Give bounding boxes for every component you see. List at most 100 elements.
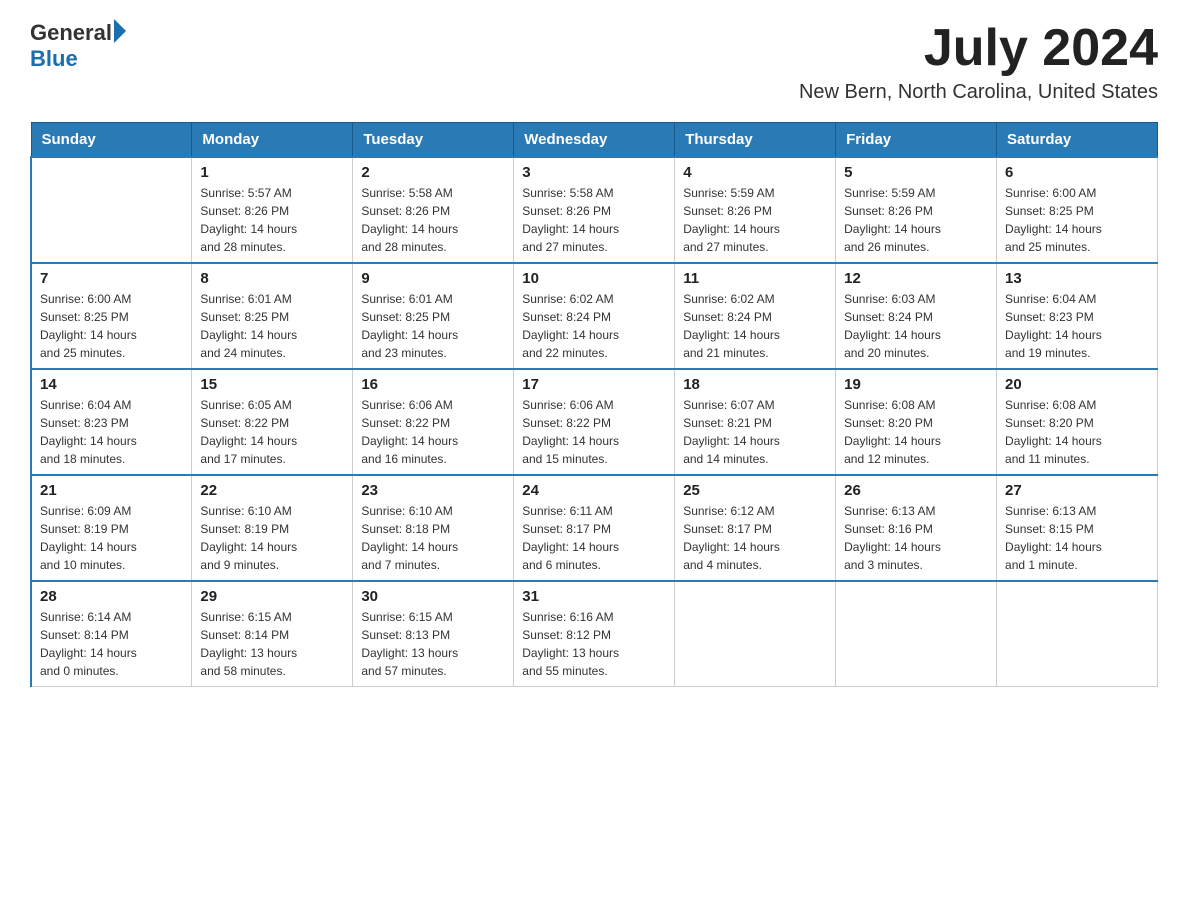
day-info: Sunrise: 5:59 AM Sunset: 8:26 PM Dayligh… xyxy=(844,184,988,256)
month-year-title: July 2024 xyxy=(799,20,1158,77)
day-info: Sunrise: 5:59 AM Sunset: 8:26 PM Dayligh… xyxy=(683,184,827,256)
title-block: July 2024 New Bern, North Carolina, Unit… xyxy=(799,20,1158,104)
calendar-cell: 1Sunrise: 5:57 AM Sunset: 8:26 PM Daylig… xyxy=(192,157,353,263)
day-number: 1 xyxy=(200,164,344,181)
week-row-3: 14 Sunrise: 6:04 AM Sunset: 8:23 PM Dayli… xyxy=(31,369,1158,475)
logo: General Blue xyxy=(30,20,126,72)
day-number: 19 xyxy=(844,376,988,393)
day-number: 21 xyxy=(40,482,183,499)
day-info: Sunrise: 6:08 AM Sunset: 8:20 PM Dayligh… xyxy=(844,396,988,468)
week-row-2: 7 Sunrise: 6:00 AM Sunset: 8:25 PM Daylig… xyxy=(31,263,1158,369)
calendar-cell: 8Sunrise: 6:01 AM Sunset: 8:25 PM Daylig… xyxy=(192,263,353,369)
day-info: Sunrise: 6:12 AM Sunset: 8:17 PM Dayligh… xyxy=(683,502,827,574)
day-info: Sunrise: 6:06 AM Sunset: 8:22 PM Dayligh… xyxy=(522,396,666,468)
day-info: Sunrise: 6:03 AM Sunset: 8:24 PM Dayligh… xyxy=(844,290,988,362)
day-info: Sunrise: 6:00 AM Sunset: 8:25 PM Dayligh… xyxy=(40,290,183,362)
column-header-tuesday: Tuesday xyxy=(353,123,514,158)
day-number: 10 xyxy=(522,270,666,287)
day-number: 25 xyxy=(683,482,827,499)
day-number: 13 xyxy=(1005,270,1149,287)
calendar-cell: 2 Sunrise: 5:58 AM Sunset: 8:26 PM Daylig… xyxy=(353,157,514,263)
day-number: 4 xyxy=(683,164,827,181)
logo-general-text: General xyxy=(30,20,112,46)
calendar-cell: 19 Sunrise: 6:08 AM Sunset: 8:20 PM Dayli… xyxy=(836,369,997,475)
day-number: 6 xyxy=(1005,164,1149,181)
calendar-cell: 9 Sunrise: 6:01 AM Sunset: 8:25 PM Daylig… xyxy=(353,263,514,369)
day-number: 9 xyxy=(361,270,505,287)
day-number: 29 xyxy=(200,588,344,605)
calendar-cell: 23Sunrise: 6:10 AM Sunset: 8:18 PM Dayli… xyxy=(353,475,514,581)
day-number: 14 xyxy=(40,376,183,393)
page-header: General Blue July 2024 New Bern, North C… xyxy=(30,20,1158,104)
calendar-cell: 21 Sunrise: 6:09 AM Sunset: 8:19 PM Dayli… xyxy=(31,475,192,581)
day-number: 11 xyxy=(683,270,827,287)
day-info: Sunrise: 6:13 AM Sunset: 8:16 PM Dayligh… xyxy=(844,502,988,574)
calendar-cell: 24 Sunrise: 6:11 AM Sunset: 8:17 PM Dayli… xyxy=(514,475,675,581)
day-info: Sunrise: 6:01 AM Sunset: 8:25 PM Dayligh… xyxy=(361,290,505,362)
day-number: 2 xyxy=(361,164,505,181)
day-number: 12 xyxy=(844,270,988,287)
calendar-cell: 4 Sunrise: 5:59 AM Sunset: 8:26 PM Daylig… xyxy=(675,157,836,263)
day-info: Sunrise: 6:01 AM Sunset: 8:25 PM Dayligh… xyxy=(200,290,344,362)
day-info: Sunrise: 5:58 AM Sunset: 8:26 PM Dayligh… xyxy=(361,184,505,256)
logo-blue-text: Blue xyxy=(30,46,78,72)
calendar-cell: 26 Sunrise: 6:13 AM Sunset: 8:16 PM Dayli… xyxy=(836,475,997,581)
day-number: 7 xyxy=(40,270,183,287)
calendar-cell: 29 Sunrise: 6:15 AM Sunset: 8:14 PM Dayli… xyxy=(192,581,353,687)
day-info: Sunrise: 6:02 AM Sunset: 8:24 PM Dayligh… xyxy=(683,290,827,362)
day-info: Sunrise: 5:58 AM Sunset: 8:26 PM Dayligh… xyxy=(522,184,666,256)
column-header-friday: Friday xyxy=(836,123,997,158)
calendar-cell: 28 Sunrise: 6:14 AM Sunset: 8:14 PM Dayli… xyxy=(31,581,192,687)
day-info: Sunrise: 6:14 AM Sunset: 8:14 PM Dayligh… xyxy=(40,608,183,680)
calendar-cell: 11 Sunrise: 6:02 AM Sunset: 8:24 PM Dayli… xyxy=(675,263,836,369)
day-number: 15 xyxy=(200,376,344,393)
calendar-cell: 18 Sunrise: 6:07 AM Sunset: 8:21 PM Dayli… xyxy=(675,369,836,475)
day-info: Sunrise: 6:15 AM Sunset: 8:14 PM Dayligh… xyxy=(200,608,344,680)
day-number: 22 xyxy=(200,482,344,499)
calendar-cell: 5 Sunrise: 5:59 AM Sunset: 8:26 PM Daylig… xyxy=(836,157,997,263)
calendar-cell: 3 Sunrise: 5:58 AM Sunset: 8:26 PM Daylig… xyxy=(514,157,675,263)
calendar-cell: 12 Sunrise: 6:03 AM Sunset: 8:24 PM Dayli… xyxy=(836,263,997,369)
logo-arrow-icon xyxy=(114,19,126,43)
day-number: 5 xyxy=(844,164,988,181)
calendar-cell: 7 Sunrise: 6:00 AM Sunset: 8:25 PM Daylig… xyxy=(31,263,192,369)
week-row-5: 28 Sunrise: 6:14 AM Sunset: 8:14 PM Dayli… xyxy=(31,581,1158,687)
calendar-cell: 16 Sunrise: 6:06 AM Sunset: 8:22 PM Dayli… xyxy=(353,369,514,475)
day-info: Sunrise: 6:07 AM Sunset: 8:21 PM Dayligh… xyxy=(683,396,827,468)
day-number: 16 xyxy=(361,376,505,393)
calendar-cell: 17Sunrise: 6:06 AM Sunset: 8:22 PM Dayli… xyxy=(514,369,675,475)
calendar-cell: 25 Sunrise: 6:12 AM Sunset: 8:17 PM Dayli… xyxy=(675,475,836,581)
calendar-cell: 22 Sunrise: 6:10 AM Sunset: 8:19 PM Dayli… xyxy=(192,475,353,581)
calendar-cell xyxy=(675,581,836,687)
day-number: 18 xyxy=(683,376,827,393)
day-number: 30 xyxy=(361,588,505,605)
day-info: Sunrise: 6:05 AM Sunset: 8:22 PM Dayligh… xyxy=(200,396,344,468)
calendar-cell xyxy=(31,157,192,263)
day-info: Sunrise: 6:06 AM Sunset: 8:22 PM Dayligh… xyxy=(361,396,505,468)
day-number: 20 xyxy=(1005,376,1149,393)
day-info: Sunrise: 6:04 AM Sunset: 8:23 PM Dayligh… xyxy=(1005,290,1149,362)
day-number: 26 xyxy=(844,482,988,499)
column-header-thursday: Thursday xyxy=(675,123,836,158)
column-header-saturday: Saturday xyxy=(997,123,1158,158)
calendar-header-row: SundayMondayTuesdayWednesdayThursdayFrid… xyxy=(31,123,1158,158)
column-header-wednesday: Wednesday xyxy=(514,123,675,158)
calendar-cell: 6Sunrise: 6:00 AM Sunset: 8:25 PM Daylig… xyxy=(997,157,1158,263)
column-header-sunday: Sunday xyxy=(31,123,192,158)
day-info: Sunrise: 6:04 AM Sunset: 8:23 PM Dayligh… xyxy=(40,396,183,468)
day-number: 28 xyxy=(40,588,183,605)
calendar-table: SundayMondayTuesdayWednesdayThursdayFrid… xyxy=(30,122,1158,687)
day-info: Sunrise: 6:11 AM Sunset: 8:17 PM Dayligh… xyxy=(522,502,666,574)
day-info: Sunrise: 6:09 AM Sunset: 8:19 PM Dayligh… xyxy=(40,502,183,574)
week-row-4: 21 Sunrise: 6:09 AM Sunset: 8:19 PM Dayli… xyxy=(31,475,1158,581)
day-info: Sunrise: 6:15 AM Sunset: 8:13 PM Dayligh… xyxy=(361,608,505,680)
day-info: Sunrise: 6:10 AM Sunset: 8:19 PM Dayligh… xyxy=(200,502,344,574)
calendar-cell: 27Sunrise: 6:13 AM Sunset: 8:15 PM Dayli… xyxy=(997,475,1158,581)
day-number: 3 xyxy=(522,164,666,181)
day-info: Sunrise: 6:08 AM Sunset: 8:20 PM Dayligh… xyxy=(1005,396,1149,468)
day-number: 24 xyxy=(522,482,666,499)
calendar-cell xyxy=(836,581,997,687)
location-subtitle: New Bern, North Carolina, United States xyxy=(799,81,1158,104)
day-number: 27 xyxy=(1005,482,1149,499)
calendar-cell: 20 Sunrise: 6:08 AM Sunset: 8:20 PM Dayli… xyxy=(997,369,1158,475)
